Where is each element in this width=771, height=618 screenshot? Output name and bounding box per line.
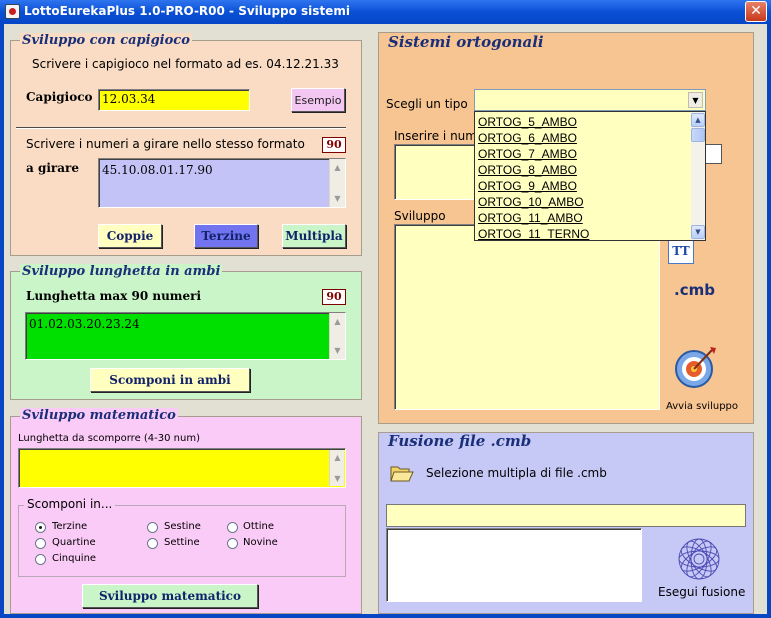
dropdown-item-ortog-9-ambo[interactable]: ORTOG_9_AMBO [475, 178, 692, 194]
dropdown-item-ortog-11-ambo[interactable]: ORTOG_11_AMBO [475, 210, 692, 226]
coppie-button[interactable]: Coppie [98, 224, 162, 248]
lunghetta-textarea[interactable]: 01.02.03.20.23.24 ▲ ▼ [25, 312, 346, 360]
capigioco-panel-title: Sviluppo con capigioco [20, 33, 192, 48]
radio-terzine[interactable] [35, 522, 46, 533]
numbers-instruction: Scrivere i numeri a girare nello stesso … [26, 137, 305, 151]
dropdown-item-ortog-8-ambo[interactable]: ORTOG_8_AMBO [475, 162, 692, 178]
radio-sestine[interactable] [147, 522, 158, 533]
select-files-label[interactable]: Selezione multipla di file .cmb [426, 466, 607, 480]
capigioco-input[interactable]: 12.03.34 [98, 89, 250, 111]
type-label: Scegli un tipo [386, 97, 468, 111]
a-girare-label: a girare [26, 161, 79, 175]
dropdown-item-ortog-11-terno[interactable]: ORTOG_11_TERNO [475, 226, 692, 240]
cmb-label: .cmb [674, 281, 715, 299]
radio-settine-label[interactable]: Settine [164, 537, 200, 548]
sviluppo-matematico-button[interactable]: Sviluppo matematico [82, 584, 258, 608]
open-folder-icon[interactable] [390, 461, 414, 483]
capigioco-label: Capigioco [26, 90, 93, 104]
example-button[interactable]: Esempio [291, 88, 345, 112]
font-icon[interactable]: TT [668, 238, 694, 264]
scroll-down-icon[interactable]: ▼ [331, 192, 344, 205]
close-button[interactable]: ✕ [745, 1, 767, 22]
insert-numbers-input[interactable] [394, 144, 476, 200]
matematico-textarea[interactable] [18, 448, 346, 488]
max-numbers-badge: 90 [322, 137, 346, 153]
title-bar: LottoEurekaPlus 1.0-PRO-R00 - Sviluppo s… [0, 0, 771, 24]
radio-settine[interactable] [147, 538, 158, 549]
scroll-up-icon[interactable]: ▲ [331, 315, 344, 328]
dropdown-scroll-up-icon[interactable]: ▲ [691, 113, 705, 127]
target-icon[interactable] [672, 344, 718, 390]
insert-numbers-label: Inserire i nume [394, 129, 485, 143]
window-frame-left [0, 24, 4, 618]
radio-cinquine-label[interactable]: Cinquine [52, 553, 96, 564]
scroll-up-icon[interactable]: ▲ [331, 161, 344, 174]
radio-quartine[interactable] [35, 538, 46, 549]
dropdown-item-ortog-6-ambo[interactable]: ORTOG_6_AMBO [475, 130, 692, 146]
radio-quartine-label[interactable]: Quartine [52, 537, 96, 548]
lunghetta-max-badge: 90 [322, 289, 346, 305]
radio-novine[interactable] [227, 538, 238, 549]
lunghetta-value: 01.02.03.20.23.24 [29, 317, 140, 331]
sviluppo-label: Sviluppo [394, 209, 446, 223]
esegui-fusione-label[interactable]: Esegui fusione [658, 585, 745, 599]
window-frame-bottom [0, 614, 771, 618]
window-frame-right [767, 24, 771, 618]
app-icon[interactable] [5, 4, 20, 19]
ortogonali-panel-title: Sistemi ortogonali [388, 33, 544, 51]
type-select[interactable] [474, 89, 706, 111]
dropdown-scroll-thumb[interactable] [691, 128, 705, 142]
a-girare-textarea[interactable]: 45.10.08.01.17.90 ▲ ▼ [98, 158, 346, 208]
window-title: LottoEurekaPlus 1.0-PRO-R00 - Sviluppo s… [24, 4, 350, 18]
scomponi-ambi-button[interactable]: Scomponi in ambi [90, 368, 250, 392]
radio-novine-label[interactable]: Novine [243, 537, 278, 548]
dropdown-item-ortog-7-ambo[interactable]: ORTOG_7_AMBO [475, 146, 692, 162]
lunghetta-label: Lunghetta max 90 numeri [26, 289, 202, 303]
dropdown-scrollbar[interactable]: ▲ ▼ [691, 112, 705, 240]
capigioco-instruction: Scrivere i capigioco nel formato ad es. … [32, 57, 339, 71]
matematico-panel-title: Sviluppo matematico [20, 408, 178, 423]
scroll-down-icon[interactable]: ▼ [331, 344, 344, 357]
matematico-scrollbar[interactable]: ▲ ▼ [329, 450, 344, 486]
capigioco-divider [16, 127, 346, 129]
radio-cinquine[interactable] [35, 554, 46, 565]
type-dropdown-list[interactable]: ORTOG_5_AMBO ORTOG_6_AMBO ORTOG_7_AMBO O… [474, 111, 706, 241]
dropdown-item-ortog-5-ambo[interactable]: ORTOG_5_AMBO [475, 114, 692, 130]
scomponi-group-title: Scomponi in... [24, 497, 116, 511]
select-chevron-down-icon[interactable]: ▼ [688, 92, 703, 108]
dropdown-item-ortog-10-ambo[interactable]: ORTOG_10_AMBO [475, 194, 692, 210]
fusione-path-input[interactable] [386, 504, 746, 527]
fusione-panel-title: Fusione file .cmb [388, 432, 532, 450]
matematico-label: Lunghetta da scomporre (4-30 num) [18, 433, 200, 444]
scroll-up-icon[interactable]: ▲ [331, 451, 344, 464]
multipla-button[interactable]: Multipla [282, 224, 346, 248]
sviluppo-textarea[interactable] [394, 224, 660, 410]
scroll-down-icon[interactable]: ▼ [331, 472, 344, 485]
radio-ottine-label[interactable]: Ottine [243, 521, 274, 532]
lunghetta-panel-title: Sviluppo lunghetta in ambi [20, 264, 223, 279]
radio-terzine-label[interactable]: Terzine [52, 521, 87, 532]
small-input-box[interactable] [704, 144, 722, 164]
avvia-sviluppo-label[interactable]: Avvia sviluppo [666, 401, 738, 412]
a-girare-value: 45.10.08.01.17.90 [102, 163, 213, 177]
spiral-fusion-icon[interactable] [674, 536, 724, 582]
radio-sestine-label[interactable]: Sestine [164, 521, 201, 532]
fusione-file-list[interactable] [386, 528, 642, 602]
a-girare-scrollbar[interactable]: ▲ ▼ [329, 159, 345, 207]
dropdown-scroll-down-icon[interactable]: ▼ [691, 225, 705, 239]
radio-ottine[interactable] [227, 522, 238, 533]
terzine-button[interactable]: Terzine [194, 224, 258, 248]
lunghetta-scrollbar[interactable]: ▲ ▼ [329, 313, 345, 359]
